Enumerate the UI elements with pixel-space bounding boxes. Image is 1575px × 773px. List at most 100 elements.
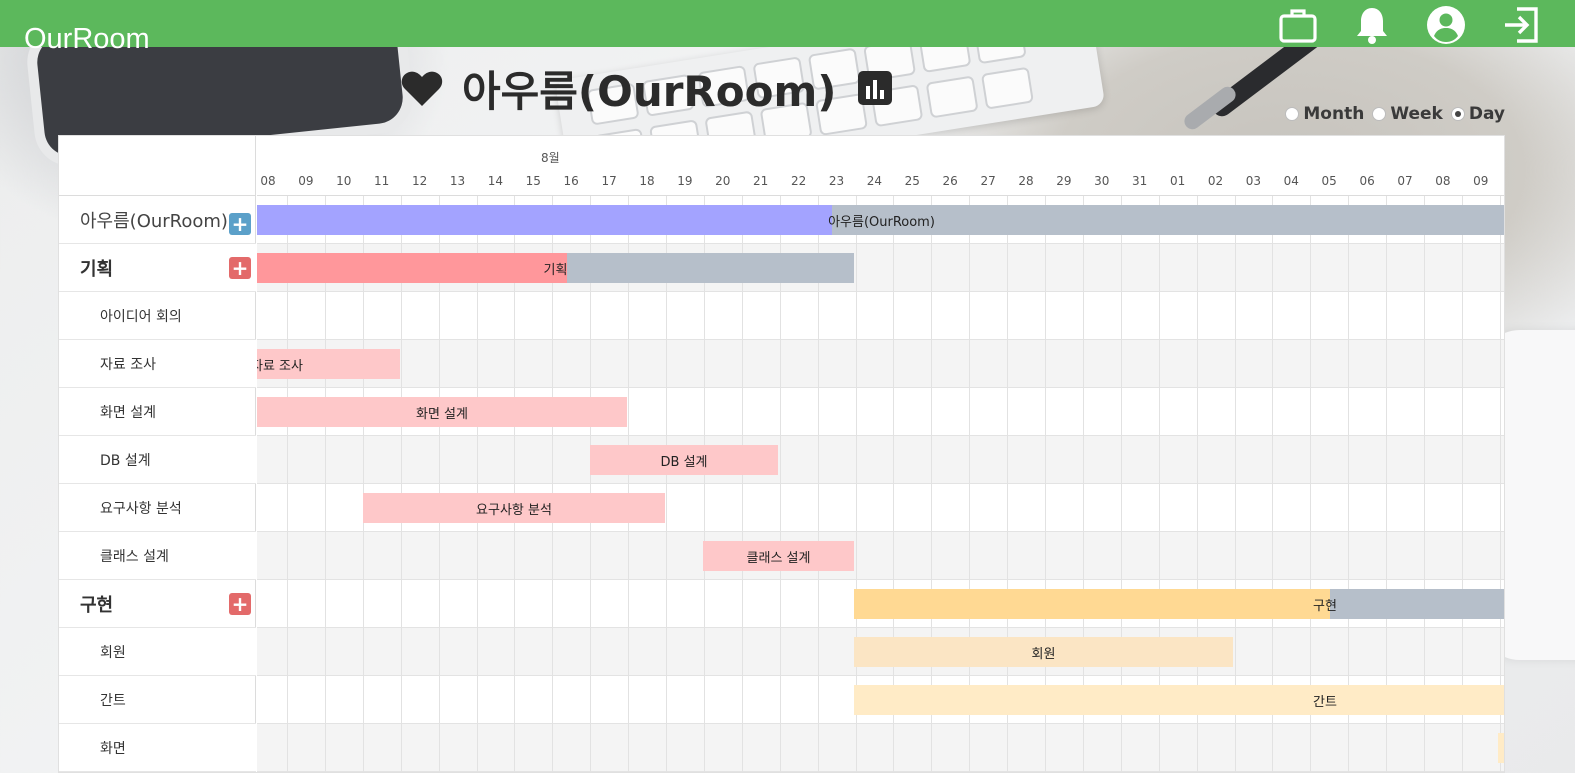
task-name: 화면 설계	[100, 404, 156, 421]
task-row-sub[interactable]: 클래스 설계	[59, 532, 256, 580]
task-row-sub[interactable]: 회원	[59, 628, 256, 676]
brand-logo-text[interactable]: OurRoom	[24, 19, 150, 59]
bar-chart-icon[interactable]	[858, 71, 893, 105]
task-name: 회원	[100, 644, 126, 661]
task-bar[interactable]: 아우름(OurRoom)	[257, 205, 1504, 235]
sign-out-icon[interactable]	[1501, 5, 1541, 45]
day-label: 11	[374, 174, 390, 188]
task-bar[interactable]: 화면 설계	[257, 397, 627, 427]
timeline-pane[interactable]: 8월 08 09 10 11 12 13 14 15 16 17 18 19 20 21 22 23 24 25 2…	[257, 136, 1504, 772]
radio-icon[interactable]	[1372, 107, 1387, 121]
task-name: 자료 조사	[100, 356, 156, 373]
day-label: 09	[298, 174, 314, 188]
task-row-sub[interactable]: 화면	[59, 724, 256, 772]
day-label: 29	[1056, 174, 1072, 188]
view-mode-label: Month	[1303, 104, 1365, 124]
day-label: 26	[942, 174, 958, 188]
task-row-sub[interactable]: DB 설계	[59, 436, 256, 484]
day-label: 12	[411, 174, 428, 188]
day-label: 22	[790, 174, 807, 188]
day-label: 01	[1169, 174, 1186, 188]
task-name: 요구사항 분석	[100, 500, 182, 517]
day-label: 13	[449, 174, 466, 188]
page-title: 아우름(OurRoom)	[462, 66, 837, 116]
task-name: 간트	[100, 692, 126, 709]
timeline-row	[257, 532, 1504, 580]
user-circle-icon[interactable]	[1426, 5, 1466, 45]
task-bar[interactable]: 회원	[854, 637, 1233, 667]
view-mode-selector: Month Week Day	[1285, 104, 1505, 124]
day-label: 09	[1473, 174, 1489, 188]
task-bar-label: 자료 조사	[257, 359, 303, 374]
task-row-sub[interactable]: 화면 설계	[59, 388, 256, 436]
timeline-row	[257, 436, 1504, 484]
radio-icon[interactable]	[1285, 107, 1300, 121]
view-mode-week[interactable]: Week	[1372, 104, 1443, 124]
task-bar-label: 간트	[1313, 695, 1337, 710]
day-label: 31	[1132, 174, 1148, 188]
timeline-header-separator	[257, 195, 1504, 196]
project-heading: 아우름(OurRoom)	[400, 58, 893, 118]
day-label: 15	[525, 174, 541, 188]
task-row-sub[interactable]: 요구사항 분석	[59, 484, 256, 532]
task-progress-fill	[257, 205, 832, 235]
task-row-phase[interactable]: 기획 +	[59, 244, 256, 292]
task-name: DB 설계	[100, 452, 151, 469]
task-progress-fill	[854, 589, 1330, 619]
task-bar[interactable]: 요구사항 분석	[363, 493, 665, 523]
day-label: 16	[563, 174, 579, 188]
day-label: 27	[980, 174, 996, 188]
heart-icon[interactable]	[400, 66, 444, 110]
day-label: 08	[1435, 174, 1451, 188]
day-label: 05	[1321, 174, 1337, 188]
task-row-project[interactable]: 아우름(OurRoom) +	[59, 196, 256, 244]
timeline-row	[257, 292, 1504, 340]
task-row-phase[interactable]: 구현 +	[59, 580, 256, 628]
task-row-sub[interactable]: 간트	[59, 676, 256, 724]
day-label: 23	[828, 174, 845, 188]
task-name: 기획	[80, 258, 114, 280]
day-label: 02	[1207, 174, 1224, 188]
gantt-chart: 아우름(OurRoom) + 기획 + 아이디어 회의 자료 조사 화면 설계 DB 설계 요구…	[58, 135, 1505, 773]
task-bar-label: 회원	[1031, 647, 1056, 662]
view-mode-month[interactable]: Month	[1285, 104, 1364, 124]
day-label: 25	[904, 174, 920, 188]
task-bar-label: 기획	[543, 263, 568, 278]
day-label: 03	[1245, 174, 1262, 188]
bell-icon[interactable]	[1352, 5, 1392, 45]
task-bar[interactable]: 구현	[854, 589, 1504, 619]
timeline-row	[257, 340, 1504, 388]
day-label: 21	[753, 174, 769, 188]
add-task-button[interactable]: +	[229, 213, 251, 235]
day-label: 10	[336, 174, 352, 188]
task-grid-header	[59, 136, 255, 196]
add-task-button[interactable]: +	[229, 257, 251, 279]
day-label: 06	[1359, 174, 1375, 188]
task-bar[interactable]: DB 설계	[590, 445, 778, 475]
task-bar-label: 구현	[1313, 599, 1337, 614]
radio-icon[interactable]	[1450, 107, 1465, 121]
task-row-sub[interactable]: 아이디어 회의	[59, 292, 256, 340]
task-bar-label: 요구사항 분석	[476, 503, 552, 518]
day-label: 24	[866, 174, 883, 188]
task-progress-fill	[257, 253, 568, 283]
day-label: 19	[677, 174, 693, 188]
task-row-sub[interactable]: 자료 조사	[59, 340, 256, 388]
view-mode-day[interactable]: Day	[1450, 104, 1505, 124]
add-task-button[interactable]: +	[229, 593, 251, 615]
task-bar[interactable]: 자료 조사	[257, 349, 400, 379]
top-navbar	[0, 0, 1575, 47]
task-bar[interactable]: 간트	[854, 685, 1504, 715]
task-grid: 아우름(OurRoom) + 기획 + 아이디어 회의자료 조사화면 설계 DB 설계요구…	[59, 136, 256, 772]
task-bar[interactable]: 클래스 설계	[703, 541, 854, 571]
day-label: 08	[260, 174, 276, 188]
view-mode-label: Day	[1468, 104, 1505, 124]
task-bar[interactable]	[1498, 733, 1504, 763]
task-bar[interactable]: 기획	[257, 253, 854, 283]
day-label: 28	[1018, 174, 1034, 188]
task-name: 아이디어 회의	[100, 308, 182, 325]
task-name: 클래스 설계	[100, 548, 169, 565]
day-label: 07	[1397, 174, 1413, 188]
task-name: 구현	[80, 594, 114, 616]
briefcase-icon[interactable]	[1278, 5, 1318, 45]
